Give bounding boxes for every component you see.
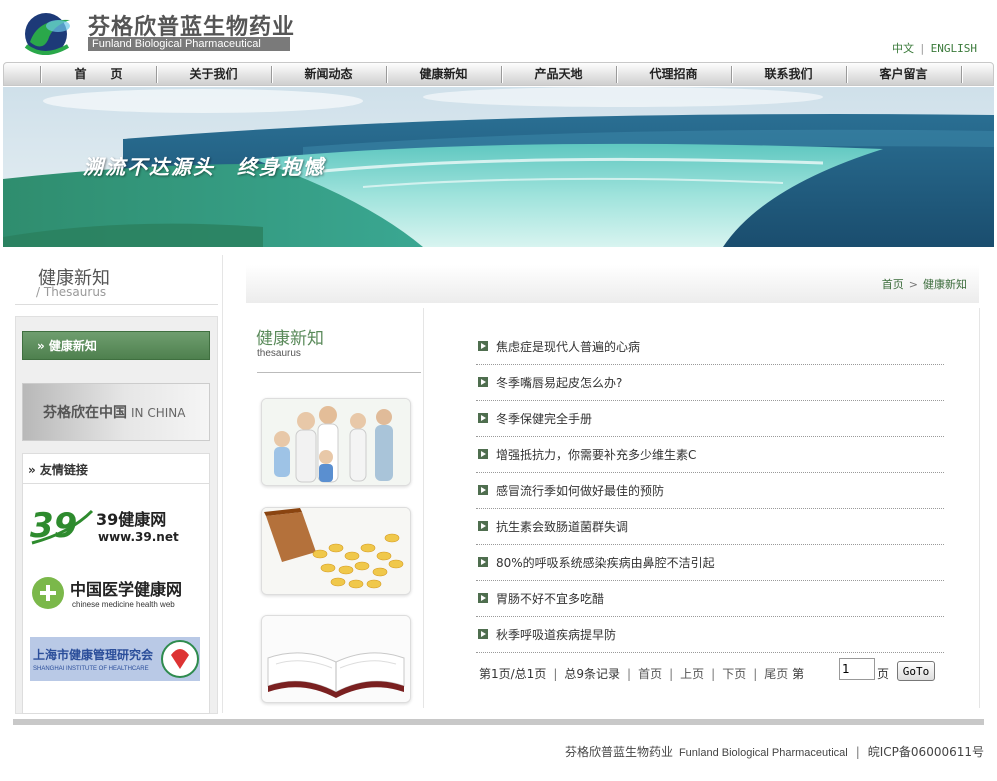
divider xyxy=(23,483,209,484)
page-number-input[interactable] xyxy=(839,658,875,680)
article-title[interactable]: 冬季嘴唇易起皮怎么办? xyxy=(496,374,622,391)
arrow-right-icon xyxy=(478,593,488,603)
goto-prefix: 第 xyxy=(792,667,805,681)
pagination: 第1页/总1页 | 总9条记录 | 首页 | 上页 | 下页 | 尾页 第 xyxy=(479,667,805,681)
page-info: 第1页/总1页 xyxy=(479,667,547,681)
lang-separator: | xyxy=(919,42,926,55)
next-page-link[interactable]: 下页 xyxy=(722,667,746,681)
first-page-link[interactable]: 首页 xyxy=(638,667,662,681)
article-item[interactable]: 冬季嘴唇易起皮怎么办? xyxy=(476,365,944,401)
column-subtitle: thesaurus xyxy=(257,348,301,359)
chevron-right-icon: > xyxy=(908,278,918,291)
footer-company-en: Funland Biological Pharmaceutical xyxy=(678,747,848,759)
link-39-url: www.39.net xyxy=(98,530,179,544)
prev-page-link[interactable]: 上页 xyxy=(680,667,704,681)
family-photo xyxy=(261,398,411,486)
footer-icp[interactable]: 皖ICP备06000611号 xyxy=(868,745,984,759)
column-title: 健康新知 xyxy=(256,329,324,349)
nav-products[interactable]: 产品天地 xyxy=(501,63,616,85)
sidebar-item-health[interactable]: » 健康新知 xyxy=(22,331,210,360)
link-sh-sub: SHANGHAI INSTITUTE OF HEALTHCARE xyxy=(33,666,149,672)
link-39-health[interactable]: 39 39健康网 www.39.net xyxy=(30,503,190,549)
nav-health[interactable]: 健康新知 xyxy=(386,63,501,85)
arrow-right-icon xyxy=(478,557,488,567)
in-china-banner[interactable]: 芬格欣在中国 IN CHINA xyxy=(22,383,210,441)
brand-name-en: Funland Biological Pharmaceutical xyxy=(88,37,290,51)
article-item[interactable]: 80%的呼吸系统感染疾病由鼻腔不洁引起 xyxy=(476,545,944,581)
breadcrumb-bar xyxy=(246,265,979,303)
article-item[interactable]: 秋季呼吸道疾病提早防 xyxy=(476,617,944,653)
friend-links-title: » 友情链接 xyxy=(28,463,88,477)
nav-home[interactable]: 首 页 xyxy=(41,63,156,85)
breadcrumb-home[interactable]: 首页 xyxy=(882,278,904,291)
divider xyxy=(423,308,424,708)
arrow-right-icon xyxy=(478,485,488,495)
arrow-right-icon xyxy=(478,377,488,387)
nav-guestbook[interactable]: 客户留言 xyxy=(846,63,961,85)
nav-divider xyxy=(961,66,962,83)
in-china-en: IN CHINA xyxy=(131,406,186,420)
link-china-sub: chinese medicine health web xyxy=(72,600,175,609)
in-china-cn: 芬格欣在中国 xyxy=(43,405,127,421)
nav-news[interactable]: 新闻动态 xyxy=(271,63,386,85)
nav-contact[interactable]: 联系我们 xyxy=(731,63,846,85)
article-title[interactable]: 焦虑症是现代人普遍的心病 xyxy=(496,338,640,355)
footer-company-cn: 芬格欣普蓝生物药业 xyxy=(564,745,673,759)
article-title[interactable]: 80%的呼吸系统感染疾病由鼻腔不洁引起 xyxy=(496,554,715,571)
article-title[interactable]: 胃肠不好不宜多吃醋 xyxy=(496,590,604,607)
nav-agency[interactable]: 代理招商 xyxy=(616,63,731,85)
capsules-photo xyxy=(261,507,411,595)
article-item[interactable]: 焦虑症是现代人普遍的心病 xyxy=(476,329,944,365)
link-shanghai-health[interactable]: 上海市健康管理研究会 SHANGHAI INSTITUTE OF HEALTHC… xyxy=(30,637,200,681)
section-subtitle: / Thesaurus xyxy=(36,285,107,299)
footer: 芬格欣普蓝生物药业 Funland Biological Pharmaceutic… xyxy=(564,745,984,759)
divider xyxy=(222,255,223,713)
banner-slogan: 溯流不达源头 终身抱憾 xyxy=(83,155,325,179)
arrow-right-icon xyxy=(478,341,488,351)
link-china-medicine[interactable]: 中国医学健康网 chinese medicine health web xyxy=(30,574,200,614)
arrow-right-icon xyxy=(478,449,488,459)
divider xyxy=(15,304,218,305)
nav-about[interactable]: 关于我们 xyxy=(156,63,271,85)
main-nav: 首 页 关于我们 新闻动态 健康新知 产品天地 代理招商 联系我们 客户留言 xyxy=(3,62,994,86)
record-count: 总9条记录 xyxy=(564,667,621,681)
link-sh-name: 上海市健康管理研究会 xyxy=(33,647,154,662)
book-photo xyxy=(261,615,411,703)
article-item[interactable]: 抗生素会致肠道菌群失调 xyxy=(476,509,944,545)
link-china-name: 中国医学健康网 xyxy=(70,580,182,599)
lang-english-link[interactable]: ENGLISH xyxy=(931,42,977,55)
article-title[interactable]: 增强抵抗力，你需要补充多少维生素C xyxy=(496,446,696,463)
article-title[interactable]: 感冒流行季如何做好最佳的预防 xyxy=(496,482,664,499)
footer-divider xyxy=(13,719,984,725)
divider xyxy=(979,308,980,708)
language-switch: 中文 | ENGLISH xyxy=(892,40,977,56)
breadcrumb: 首页 > 健康新知 xyxy=(882,276,967,292)
arrow-right-icon xyxy=(478,413,488,423)
lang-chinese-link[interactable]: 中文 xyxy=(892,42,914,55)
goto-suffix: 页 xyxy=(877,667,890,681)
last-page-link[interactable]: 尾页 xyxy=(764,667,788,681)
hero-banner: 溯流不达源头 终身抱憾 xyxy=(3,87,994,247)
article-title[interactable]: 冬季保健完全手册 xyxy=(496,410,592,427)
article-title[interactable]: 秋季呼吸道疾病提早防 xyxy=(496,626,616,643)
divider xyxy=(257,372,421,373)
breadcrumb-current[interactable]: 健康新知 xyxy=(923,278,967,291)
article-item[interactable]: 冬季保健完全手册 xyxy=(476,401,944,437)
company-logo xyxy=(18,8,80,58)
arrow-right-icon xyxy=(478,629,488,639)
article-item[interactable]: 增强抵抗力，你需要补充多少维生素C xyxy=(476,437,944,473)
link-39-name: 39健康网 xyxy=(96,510,166,529)
article-item[interactable]: 胃肠不好不宜多吃醋 xyxy=(476,581,944,617)
goto-button[interactable]: GoTo xyxy=(897,661,935,681)
article-title[interactable]: 抗生素会致肠道菌群失调 xyxy=(496,518,628,535)
article-item[interactable]: 感冒流行季如何做好最佳的预防 xyxy=(476,473,944,509)
arrow-right-icon xyxy=(478,521,488,531)
